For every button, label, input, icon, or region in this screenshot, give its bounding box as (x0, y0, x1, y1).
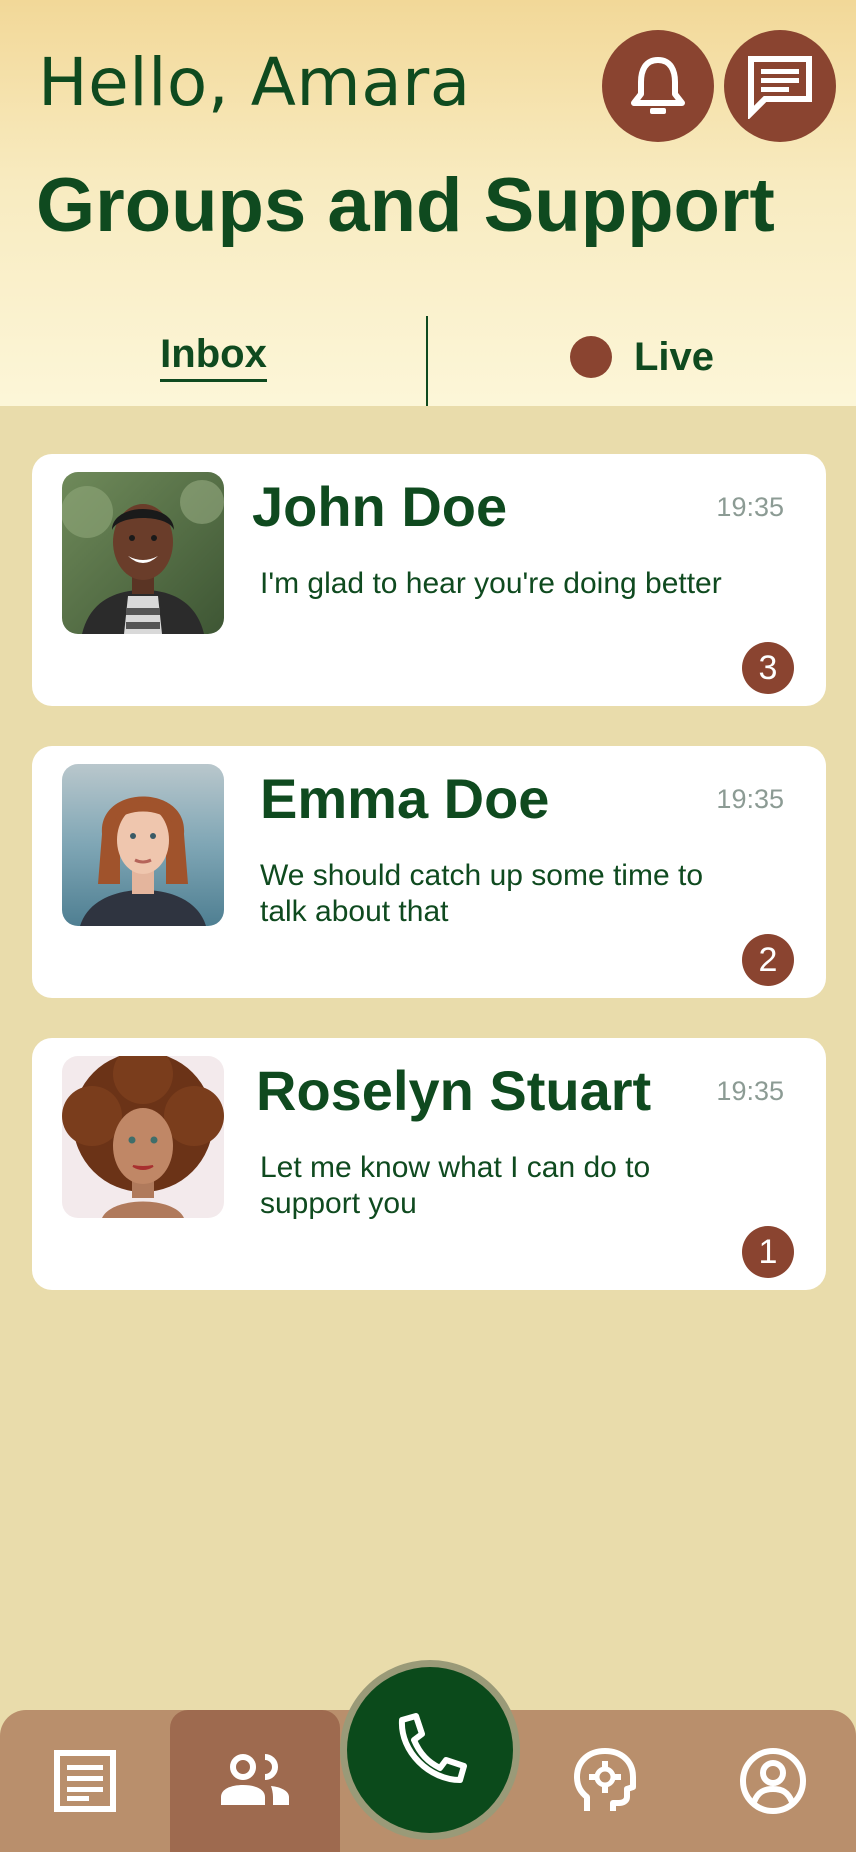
conversation-card[interactable]: Emma Doe 19:35 We should catch up some t… (32, 746, 826, 998)
contact-name: Roselyn Stuart (256, 1059, 652, 1122)
conversation-card[interactable]: Roselyn Stuart 19:35 Let me know what I … (32, 1038, 826, 1290)
groups-icon (221, 1754, 289, 1805)
bell-icon (631, 57, 685, 114)
contact-name: Emma Doe (260, 767, 550, 830)
nav-groups[interactable] (170, 1710, 340, 1852)
live-indicator-dot (569, 336, 612, 378)
avatar (62, 472, 224, 634)
tab-inbox[interactable]: Inbox (0, 316, 427, 406)
greeting: Hello, Amara (38, 44, 471, 121)
nav-mental-health[interactable] (520, 1710, 690, 1852)
nav-profile[interactable] (690, 1710, 856, 1852)
message-preview: Let me know what I can do to support you (260, 1151, 651, 1220)
avatar (62, 1056, 224, 1218)
conversation-card[interactable]: John Doe 19:35 I'm glad to hear you're d… (32, 454, 826, 706)
unread-badge: 1 (742, 1226, 794, 1278)
chat-icon (748, 56, 812, 119)
call-button-ring (340, 1660, 520, 1840)
tab-live[interactable]: Live (428, 316, 856, 406)
message-preview: We should catch up some time to talk abo… (260, 859, 703, 928)
message-time: 19:35 (716, 492, 784, 522)
page-title: Groups and Support (36, 163, 775, 248)
nav-journal[interactable] (0, 1710, 170, 1852)
mind-icon (574, 1748, 636, 1811)
notifications-button[interactable] (602, 30, 714, 142)
call-button[interactable] (347, 1667, 513, 1833)
profile-icon (740, 1748, 806, 1814)
tab-live-label: Live (633, 334, 715, 379)
journal-icon (54, 1750, 116, 1812)
messages-button[interactable] (724, 30, 836, 142)
message-time: 19:35 (716, 1076, 784, 1106)
header: Hello, Amara Groups and Support Inbox Li… (0, 0, 856, 406)
tab-bar: Inbox Live (0, 316, 856, 406)
message-time: 19:35 (716, 784, 784, 814)
message-preview: I'm glad to hear you're doing better (260, 567, 722, 600)
tab-inbox-label: Inbox (160, 332, 267, 382)
avatar (62, 764, 224, 926)
phone-icon (398, 1713, 467, 1783)
app-screen: Hello, Amara Groups and Support Inbox Li… (0, 0, 856, 1852)
contact-name: John Doe (252, 475, 508, 538)
unread-badge: 3 (742, 642, 794, 694)
unread-badge: 2 (742, 934, 794, 986)
